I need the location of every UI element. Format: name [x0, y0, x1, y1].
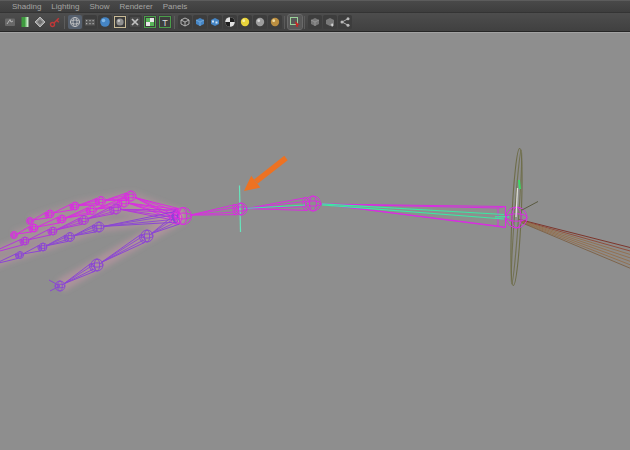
annotation-arrow — [244, 158, 286, 191]
viewport[interactable] — [0, 32, 630, 450]
joint — [235, 203, 247, 215]
bone — [101, 234, 146, 263]
upper-bone — [322, 204, 506, 228]
bone — [190, 204, 238, 215]
joint — [306, 196, 321, 211]
bone — [246, 197, 310, 210]
skeleton-scene — [0, 0, 630, 449]
maya-viewport-panel: ShadingLightingShowRendererPanels T — [0, 0, 630, 450]
ik-fan-lines — [520, 220, 630, 270]
